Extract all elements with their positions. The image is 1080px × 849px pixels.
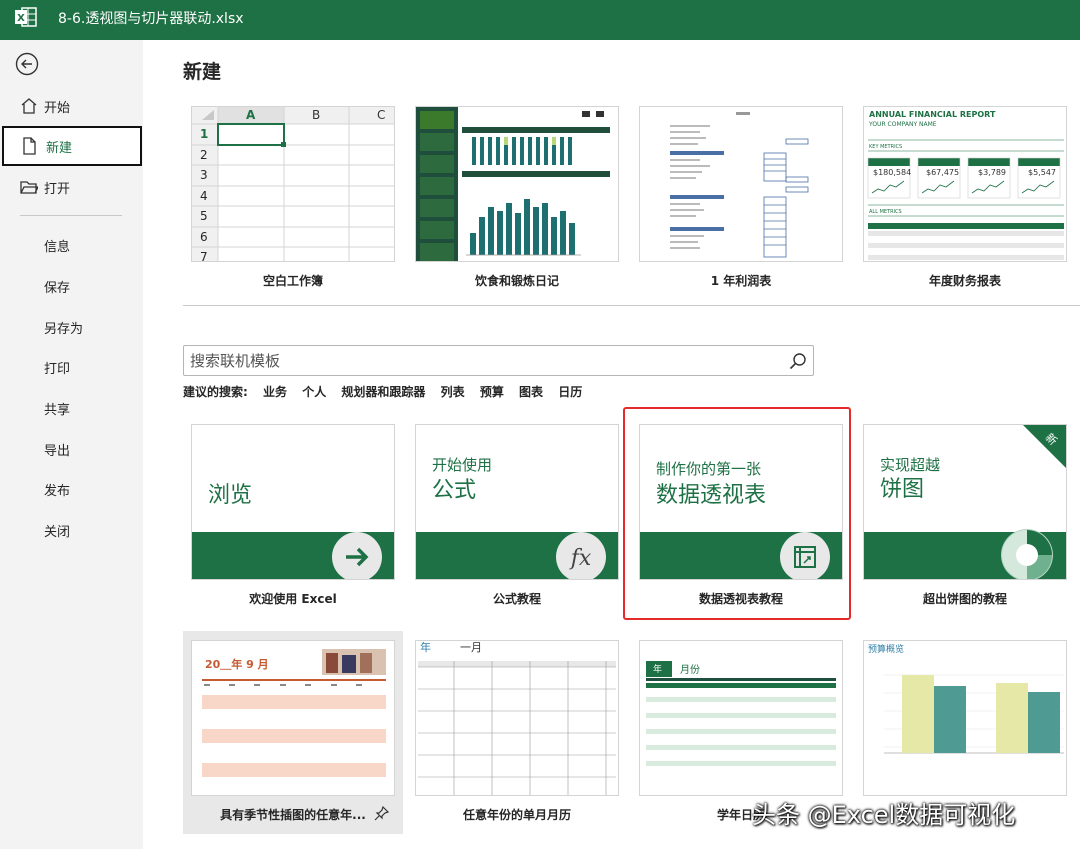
excel-logo-icon: X	[15, 7, 37, 27]
nav-home[interactable]: 开始	[0, 86, 143, 126]
new-badge	[1023, 425, 1066, 468]
col-header-c: C	[377, 108, 386, 122]
pin-icon[interactable]	[374, 805, 390, 821]
suggested-charts[interactable]: 图表	[519, 385, 543, 399]
suggested-planners[interactable]: 规划器和跟踪器	[341, 385, 425, 399]
metric-value-3: $3,789	[978, 168, 1006, 177]
template-caption: 任意年份的单月月历	[462, 808, 571, 822]
row-header-6: 6	[200, 230, 208, 244]
suggested-label: 建议的搜索:	[183, 385, 248, 399]
suggested-budgets[interactable]: 预算	[480, 385, 504, 399]
blank-workbook-thumbnail: A B C 1 2 3 4 5 6 7	[191, 106, 395, 262]
function-fx-icon: fx	[569, 546, 592, 571]
nav-close[interactable]: 关闭	[44, 521, 70, 540]
academic-calendar-graphic	[646, 661, 836, 766]
pivot-tutorial-highlight	[623, 407, 851, 620]
suggested-searches: 建议的搜索: 业务 个人 规划器和跟踪器 列表 预算 图表 日历	[183, 383, 593, 400]
svg-text:fx: fx	[569, 546, 592, 571]
row-header-7: 7	[200, 250, 208, 262]
pie-chart-icon	[1002, 530, 1052, 579]
budget-overview-graphic	[884, 674, 1064, 754]
nav-save[interactable]: 保存	[44, 277, 70, 296]
search-icon[interactable]	[789, 352, 807, 370]
tile-icon-circle	[1001, 529, 1053, 579]
suggested-lists[interactable]: 列表	[441, 385, 465, 399]
tile-icon-circle: fx	[556, 532, 606, 579]
nav-open[interactable]: 打开	[0, 167, 143, 207]
row-header-5: 5	[200, 209, 208, 223]
suggested-personal[interactable]: 个人	[302, 385, 326, 399]
seasonal-calendar-thumbnail: 20＿年 9 月	[191, 640, 395, 796]
back-arrow-icon[interactable]	[15, 52, 39, 76]
row-header-4: 4	[200, 189, 208, 203]
suggested-calendars[interactable]: 日历	[558, 385, 582, 399]
page-title: 新建	[183, 61, 222, 83]
row-header-1: 1	[200, 127, 209, 141]
income-statement-thumbnail	[639, 106, 843, 262]
title-bar: X 8-6.透视图与切片器联动.xlsx	[0, 0, 1080, 40]
nav-publish[interactable]: 发布	[44, 480, 70, 499]
template-caption: 空白工作簿	[262, 274, 323, 288]
backstage-sidebar: 开始 新建 打开 信息 保存 另存为 打印 共享 导出 发布 关闭	[0, 40, 143, 849]
template-search-box[interactable]	[183, 345, 814, 376]
window-title: 8-6.透视图与切片器联动.xlsx	[58, 11, 244, 27]
col-header-a: A	[246, 108, 256, 122]
watermark-text: 头条 @Excel数据可视化	[752, 801, 1016, 829]
col-header-b: B	[312, 108, 321, 122]
calendar-month-label: 月份	[680, 665, 700, 676]
template-caption: 具有季节性插图的任意年...	[220, 808, 366, 822]
nav-print[interactable]: 打印	[44, 358, 70, 377]
template-caption: 饮食和锻炼日记	[474, 274, 559, 288]
nav-new[interactable]: 新建	[2, 126, 142, 166]
pie-tile: 实现超越 饼图 新	[863, 424, 1067, 580]
tile-icon-circle	[332, 532, 382, 579]
budget-overview-thumbnail: 预算概览	[863, 640, 1067, 796]
nav-open-label: 打开	[44, 182, 71, 197]
academic-calendar-thumbnail: 年 月份	[639, 640, 843, 796]
monthly-calendar-graphic	[418, 661, 616, 795]
row-header-3: 3	[200, 168, 208, 182]
metric-value-4: $5,547	[1028, 168, 1056, 177]
template-caption: 公式教程	[492, 592, 541, 606]
template-search-input[interactable]	[190, 350, 770, 372]
tile-main-text: 饼图	[880, 477, 925, 502]
section-divider	[183, 305, 1080, 306]
monthly-calendar-thumbnail: 年 一月	[415, 640, 619, 796]
template-caption: 欢迎使用 Excel	[249, 592, 337, 606]
template-caption: 1 年利润表	[710, 274, 772, 288]
seasonal-calendar-graphic	[202, 649, 386, 777]
formula-tile: 开始使用 公式 fx	[415, 424, 619, 580]
tile-main-text: 公式	[432, 478, 477, 503]
nav-divider	[20, 215, 122, 216]
nav-home-label: 开始	[44, 101, 71, 116]
diet-journal-graphic	[416, 107, 610, 261]
new-workbook-pane: 新建 A B C 1 2 3 4 5 6 7 空白工作簿 饮食和锻炼日记 1 年…	[143, 40, 1080, 849]
nav-new-label: 新建	[46, 141, 73, 156]
suggested-business[interactable]: 业务	[263, 385, 287, 399]
row-header-2: 2	[200, 148, 208, 162]
template-caption: 年度财务报表	[928, 274, 1001, 288]
tile-main-text: 浏览	[208, 483, 253, 508]
financial-report-thumbnail: ANNUAL FINANCIAL REPORT YOUR COMPANY NAM…	[863, 106, 1067, 262]
nav-export[interactable]: 导出	[44, 440, 70, 459]
home-icon	[21, 98, 37, 114]
arrow-right-icon	[346, 547, 369, 567]
income-statement-graphic	[670, 112, 809, 258]
welcome-tile: 浏览	[191, 424, 395, 580]
metric-value-2: $67,475	[926, 168, 960, 177]
diet-journal-thumbnail	[415, 106, 619, 262]
svg-text:X: X	[17, 13, 25, 24]
financial-report-graphic	[867, 139, 1064, 260]
blank-grid-graphic	[192, 107, 394, 261]
folder-open-icon	[20, 181, 38, 194]
nav-info[interactable]: 信息	[44, 236, 70, 255]
calendar-year-label: 年	[653, 665, 663, 675]
new-file-icon	[23, 137, 36, 155]
nav-share[interactable]: 共享	[44, 399, 70, 418]
template-caption: 超出饼图的教程	[922, 592, 1007, 606]
metric-value-1: $180,584	[873, 168, 912, 177]
nav-save-as[interactable]: 另存为	[44, 318, 83, 337]
